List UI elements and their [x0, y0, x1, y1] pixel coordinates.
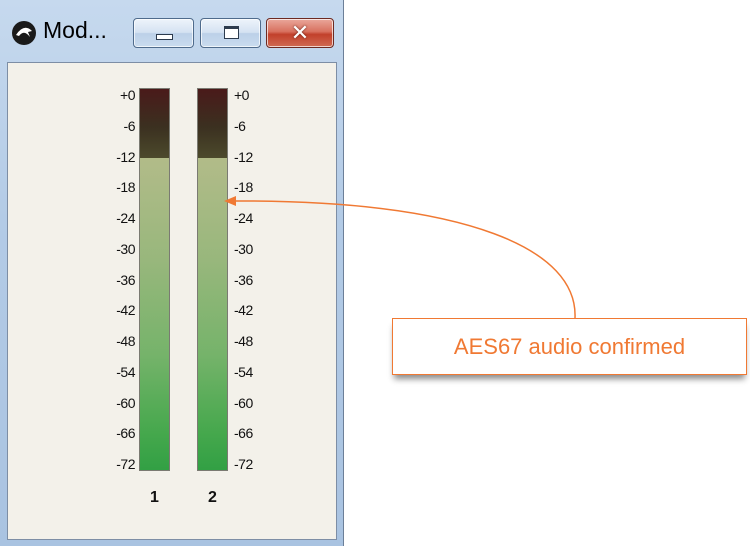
annotation-arrow [224, 196, 576, 319]
annotation-callout: AES67 audio confirmed [392, 318, 747, 375]
